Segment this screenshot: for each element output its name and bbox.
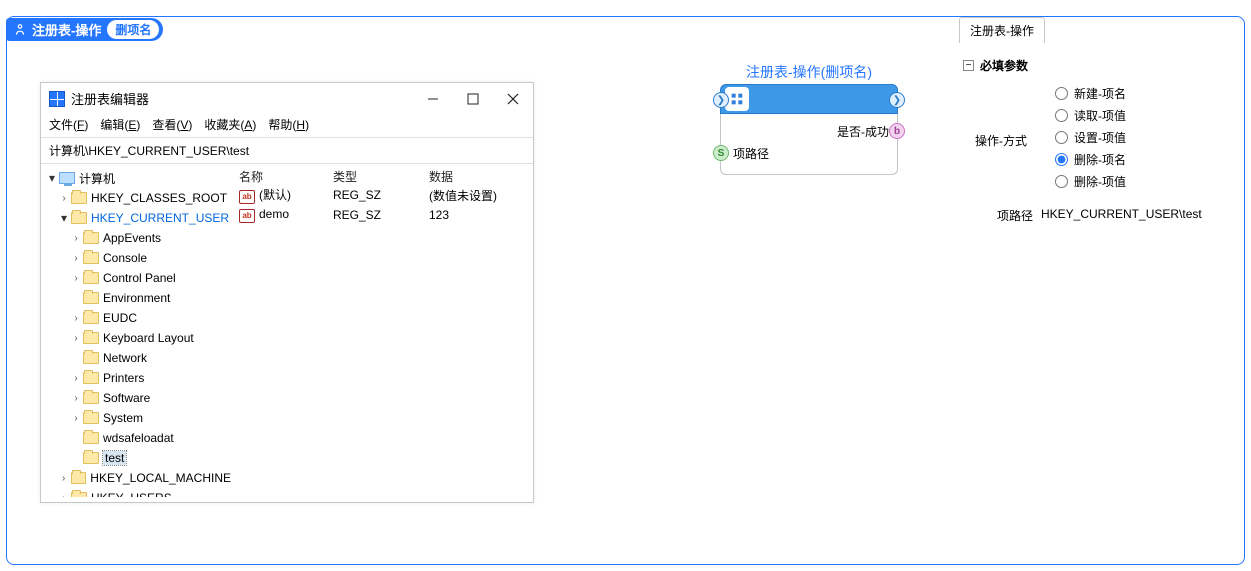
radio-option[interactable]: 删除-项名	[1055, 151, 1243, 168]
section-title: 必填参数	[980, 57, 1028, 74]
tree-item[interactable]: ›Control Panel	[43, 268, 231, 288]
menu-item[interactable]: 收藏夹(A)	[204, 116, 256, 133]
page-header: 注册表-操作 删项名	[6, 18, 163, 41]
regedit-icon	[49, 91, 65, 107]
col-data[interactable]: 数据	[429, 168, 527, 185]
tree-item[interactable]: ›Keyboard Layout	[43, 328, 231, 348]
address-bar[interactable]: 计算机\HKEY_CURRENT_USER\test	[41, 137, 533, 164]
menu-item[interactable]: 编辑(E)	[100, 116, 140, 133]
tree-item[interactable]: ›Printers	[43, 368, 231, 388]
op-mode-label: 操作-方式	[975, 134, 1027, 148]
header-title: 注册表-操作	[32, 20, 101, 39]
node-header[interactable]: ❯ ❯	[720, 84, 898, 114]
close-button[interactable]	[505, 91, 521, 107]
tree-item[interactable]: ›HKEY_USERS	[43, 488, 231, 497]
radio-option[interactable]: 新建-项名	[1055, 85, 1243, 102]
output-label: 是否-成功	[837, 123, 889, 140]
input-label: 项路径	[733, 145, 769, 162]
list-header: 名称 类型 数据	[239, 168, 527, 185]
node-title: 注册表-操作(删项名)	[720, 62, 898, 82]
menu-item[interactable]: 查看(V)	[152, 116, 192, 133]
string-in-port[interactable]: S	[713, 145, 729, 161]
tree-item[interactable]: Network	[43, 348, 231, 368]
col-name[interactable]: 名称	[239, 168, 333, 185]
tree-item[interactable]: ›EUDC	[43, 308, 231, 328]
regedit-window: 注册表编辑器 文件(F) 编辑(E) 查看(V) 收藏夹(A) 帮助(H) 计算机\HK…	[40, 82, 534, 503]
tree-item[interactable]: test	[43, 448, 231, 468]
value-list[interactable]: 名称 类型 数据 ab(默认)REG_SZ(数值未设置)abdemoREG_SZ…	[233, 164, 533, 497]
run-icon	[12, 22, 28, 38]
path-value: HKEY_CURRENT_USER\test	[1041, 207, 1202, 224]
maximize-button[interactable]	[465, 91, 481, 107]
window-title: 注册表编辑器	[71, 89, 149, 108]
tree-item[interactable]: ▾计算机	[43, 168, 231, 188]
panel-tab[interactable]: 注册表-操作	[959, 17, 1045, 43]
tree-view[interactable]: ▾计算机›HKEY_CLASSES_ROOT▾HKEY_CURRENT_USER…	[41, 164, 233, 497]
radio-option[interactable]: 删除-项值	[1055, 173, 1243, 190]
node-body: 是否-成功 b S 项路径	[720, 114, 898, 175]
tree-item[interactable]: Environment	[43, 288, 231, 308]
path-label: 项路径	[987, 207, 1033, 224]
radio-option[interactable]: 设置-项值	[1055, 129, 1243, 146]
exec-in-port[interactable]: ❯	[713, 92, 729, 108]
flow-node[interactable]: 注册表-操作(删项名) ❯ ❯ 是否-成功 b S 项路径	[720, 62, 898, 175]
minimize-button[interactable]	[425, 91, 441, 107]
exec-out-port[interactable]: ❯	[889, 92, 905, 108]
tree-item[interactable]: ›Software	[43, 388, 231, 408]
menu-bar: 文件(F) 编辑(E) 查看(V) 收藏夹(A) 帮助(H)	[41, 114, 533, 137]
tree-item[interactable]: ›AppEvents	[43, 228, 231, 248]
radio-option[interactable]: 读取-项值	[1055, 107, 1243, 124]
tree-item[interactable]: ▾HKEY_CURRENT_USER	[43, 208, 231, 228]
window-titlebar[interactable]: 注册表编辑器	[41, 83, 533, 114]
properties-panel: 注册表-操作 − 必填参数 操作-方式 新建-项名读取-项值设置-项值删除-项名…	[959, 17, 1243, 224]
list-row[interactable]: abdemoREG_SZ123	[239, 205, 527, 225]
menu-item[interactable]: 文件(F)	[49, 116, 88, 133]
tree-item[interactable]: ›HKEY_CLASSES_ROOT	[43, 188, 231, 208]
header-pill: 删项名	[107, 20, 159, 39]
collapse-icon[interactable]: −	[963, 60, 974, 71]
menu-item[interactable]: 帮助(H)	[268, 116, 309, 133]
tree-item[interactable]: ›HKEY_LOCAL_MACHINE	[43, 468, 231, 488]
bool-out-port[interactable]: b	[889, 123, 905, 139]
tree-item[interactable]: ›Console	[43, 248, 231, 268]
tree-item[interactable]: ›System	[43, 408, 231, 428]
col-type[interactable]: 类型	[333, 168, 429, 185]
section-header[interactable]: − 必填参数	[963, 57, 1243, 74]
tree-item[interactable]: wdsafeloadat	[43, 428, 231, 448]
list-row[interactable]: ab(默认)REG_SZ(数值未设置)	[239, 185, 527, 205]
